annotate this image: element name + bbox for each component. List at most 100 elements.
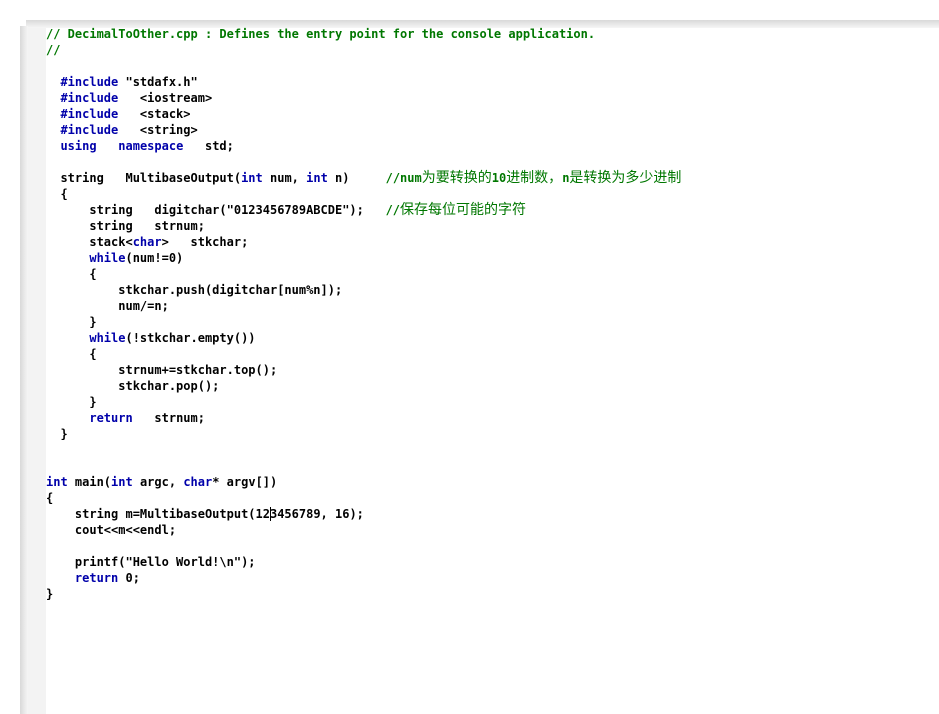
code-keyword: #include — [60, 91, 119, 105]
code-line[interactable]: #include <string> — [46, 122, 939, 138]
code-line[interactable]: string m=MultibaseOutput(123456789, 16); — [46, 506, 939, 522]
code-comment: // — [46, 43, 61, 57]
code-comment: 是转换为多少进制 — [569, 170, 682, 186]
code-line[interactable]: #include <iostream> — [46, 90, 939, 106]
code-line[interactable]: #include <stack> — [46, 106, 939, 122]
code-text: } — [46, 427, 68, 441]
code-text: { — [46, 267, 97, 281]
code-text: printf("Hello World!\n"); — [46, 555, 256, 569]
code-text: } — [46, 395, 97, 409]
code-line[interactable] — [46, 154, 939, 170]
code-text: 0; — [118, 571, 140, 585]
code-comment: 保存每位可能的字符 — [400, 202, 527, 218]
code-line[interactable]: // — [46, 42, 939, 58]
code-line[interactable]: // DecimalToOther.cpp : Defines the entr… — [46, 26, 939, 42]
code-text: strnum; — [132, 411, 205, 425]
code-line[interactable]: return strnum; — [46, 410, 939, 426]
code-comment: 进制数， — [506, 170, 563, 186]
code-text: std; — [183, 139, 234, 153]
code-line[interactable]: } — [46, 586, 939, 602]
code-text: <stack> — [118, 107, 191, 121]
code-comment: 10 — [491, 171, 507, 185]
code-text: string m=MultibaseOutput(12 — [46, 507, 270, 521]
code-line[interactable]: { — [46, 266, 939, 282]
code-keyword: #include — [60, 123, 119, 137]
code-text: * argv[]) — [212, 475, 278, 489]
code-line[interactable]: string strnum; — [46, 218, 939, 234]
code-line[interactable]: return 0; — [46, 570, 939, 586]
code-text: string MultibaseOutput( — [46, 171, 242, 185]
code-text: { — [46, 347, 97, 361]
code-area[interactable]: // DecimalToOther.cpp : Defines the entr… — [46, 26, 939, 714]
code-editor[interactable]: // DecimalToOther.cpp : Defines the entr… — [28, 26, 939, 714]
code-keyword: using — [60, 139, 97, 153]
code-text: string digitchar("0123456789ABCDE"); — [46, 203, 386, 217]
code-line[interactable]: while(!stkchar.empty()) — [46, 330, 939, 346]
code-keyword: int — [306, 171, 328, 185]
code-line[interactable]: { — [46, 186, 939, 202]
code-text: n) — [327, 171, 386, 185]
code-line[interactable]: string MultibaseOutput(int num, int n) /… — [46, 170, 939, 186]
window-frame: // DecimalToOther.cpp : Defines the entr… — [0, 0, 939, 714]
code-line[interactable]: { — [46, 346, 939, 362]
code-line[interactable]: num/=n; — [46, 298, 939, 314]
code-keyword: return — [89, 411, 133, 425]
code-comment: 为要转换的 — [421, 170, 492, 186]
code-text: 3456789, 16); — [269, 507, 364, 521]
code-comment: //num — [385, 171, 422, 185]
code-keyword: int — [111, 475, 133, 489]
code-keyword: int — [46, 475, 68, 489]
code-line[interactable]: stack<char> stkchar; — [46, 234, 939, 250]
code-text: { — [46, 187, 68, 201]
code-text: (!stkchar.empty()) — [125, 331, 256, 345]
code-text: <iostream> — [118, 91, 213, 105]
code-text: string strnum; — [46, 219, 205, 233]
code-line[interactable]: using namespace std; — [46, 138, 939, 154]
code-line[interactable]: } — [46, 426, 939, 442]
code-keyword: int — [241, 171, 263, 185]
code-line[interactable]: } — [46, 394, 939, 410]
code-line[interactable]: stkchar.pop(); — [46, 378, 939, 394]
code-text: } — [46, 315, 97, 329]
code-line[interactable]: printf("Hello World!\n"); — [46, 554, 939, 570]
code-line[interactable]: while(num!=0) — [46, 250, 939, 266]
code-line[interactable] — [46, 458, 939, 474]
code-line[interactable]: string digitchar("0123456789ABCDE"); //保… — [46, 202, 939, 218]
code-line[interactable] — [46, 442, 939, 458]
code-keyword: return — [74, 571, 119, 585]
code-text: num/=n; — [46, 299, 169, 313]
code-keyword: while — [89, 331, 126, 345]
code-line[interactable]: stkchar.push(digitchar[num%n]); — [46, 282, 939, 298]
code-line[interactable] — [46, 538, 939, 554]
code-keyword: #include — [60, 107, 119, 121]
code-keyword: char — [183, 475, 213, 489]
code-line[interactable]: { — [46, 490, 939, 506]
code-line[interactable]: #include "stdafx.h" — [46, 74, 939, 90]
code-line[interactable]: int main(int argc, char* argv[]) — [46, 474, 939, 490]
code-text: argc, — [132, 475, 184, 489]
code-text: stkchar.pop(); — [46, 379, 220, 393]
code-line[interactable]: cout<<m<<endl; — [46, 522, 939, 538]
code-text: (num!=0) — [125, 251, 184, 265]
code-comment: // DecimalToOther.cpp : Defines the entr… — [46, 27, 596, 41]
code-text: "stdafx.h" — [118, 75, 198, 89]
editor-gutter — [28, 28, 46, 714]
code-keyword: while — [89, 251, 126, 265]
left-shadow — [20, 26, 28, 714]
code-keyword: #include — [60, 75, 119, 89]
code-line[interactable]: strnum+=stkchar.top(); — [46, 362, 939, 378]
code-keyword: char — [132, 235, 162, 249]
code-text: stack< — [46, 235, 133, 249]
code-line[interactable] — [46, 58, 939, 74]
code-text: } — [46, 587, 54, 601]
code-line[interactable]: } — [46, 314, 939, 330]
